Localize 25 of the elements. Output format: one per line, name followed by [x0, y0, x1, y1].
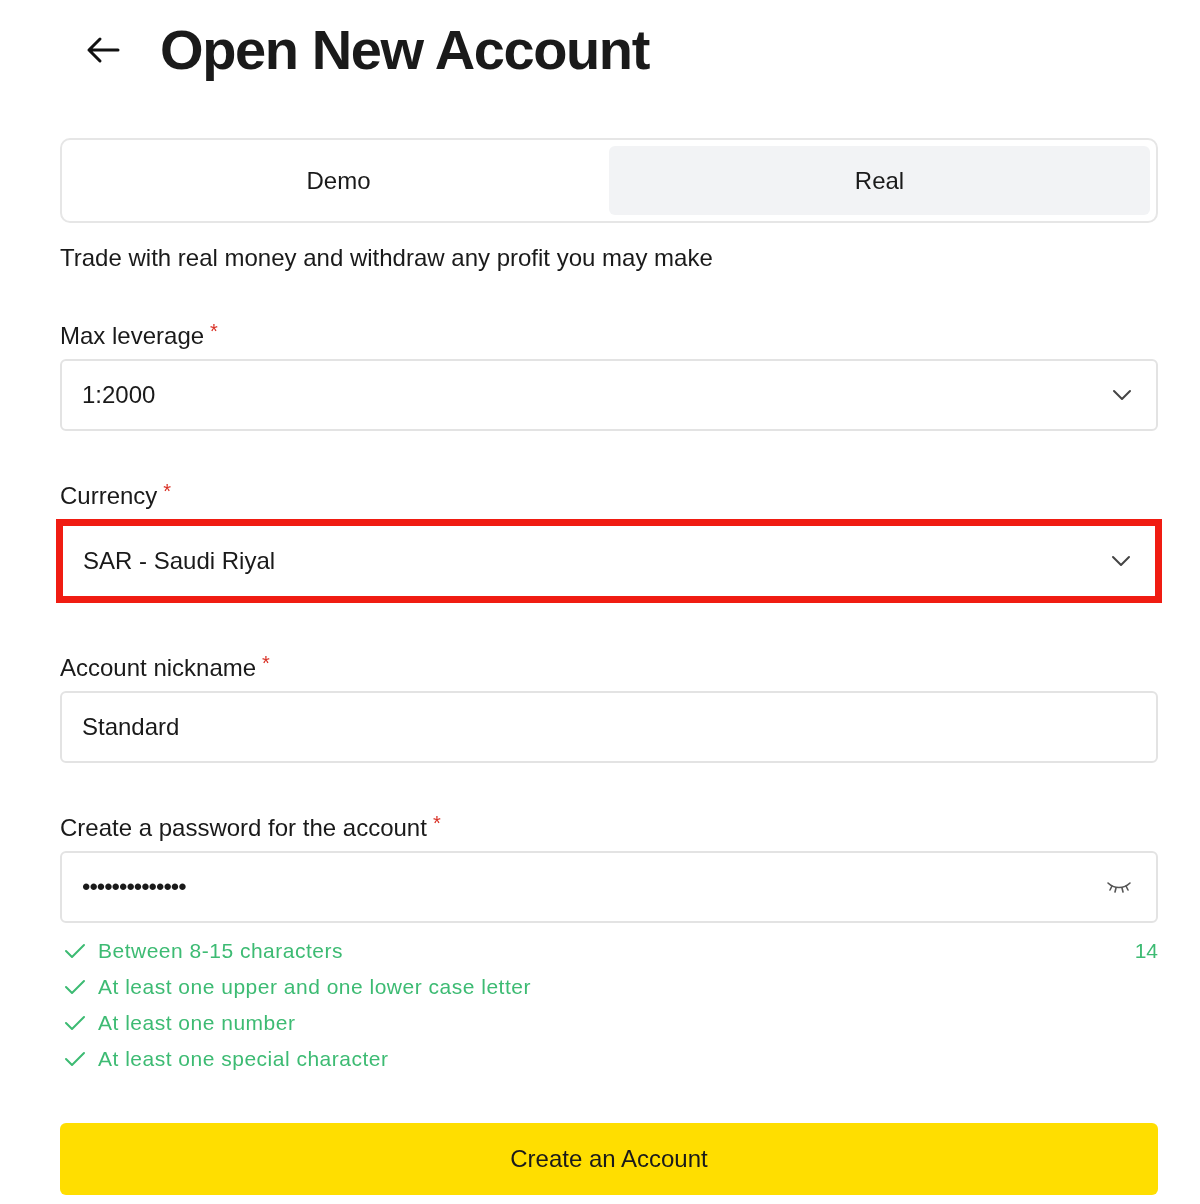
eye-closed-icon[interactable]	[1106, 880, 1132, 894]
select-field[interactable]: SAR - Saudi Riyal	[56, 519, 1162, 603]
field-label: Currency	[60, 481, 158, 511]
tab[interactable]: Real	[609, 146, 1150, 215]
password-rule: At least one upper and one lower case letter	[98, 974, 531, 1001]
character-count: 14	[1134, 938, 1158, 964]
required-asterisk: *	[210, 321, 218, 341]
required-asterisk: *	[262, 653, 270, 673]
field-label: Create a password for the account	[60, 813, 427, 843]
required-asterisk: *	[432, 813, 441, 833]
back-arrow-icon[interactable]	[86, 36, 120, 64]
required-asterisk: *	[163, 481, 172, 501]
password-rule: At least one special character	[98, 1046, 389, 1073]
password-rule: Between 8-15 characters	[98, 938, 343, 965]
input-field[interactable]: Standard	[60, 691, 1158, 763]
page-title: Open New Account	[160, 17, 649, 83]
description-text: Trade with real money and withdraw any profit you may make	[60, 243, 714, 273]
chevron-down-icon	[1112, 389, 1132, 401]
password-rule: At least one number	[98, 1010, 296, 1037]
password-field[interactable]: ••••••••••••••	[60, 851, 1158, 923]
chevron-down-icon	[1111, 555, 1131, 567]
select-field[interactable]: 1:2000	[60, 359, 1158, 431]
create-account-button[interactable]: Create an Account	[60, 1123, 1158, 1195]
field-label: Max leverage	[60, 321, 205, 351]
field-label: Account nickname	[60, 653, 257, 683]
